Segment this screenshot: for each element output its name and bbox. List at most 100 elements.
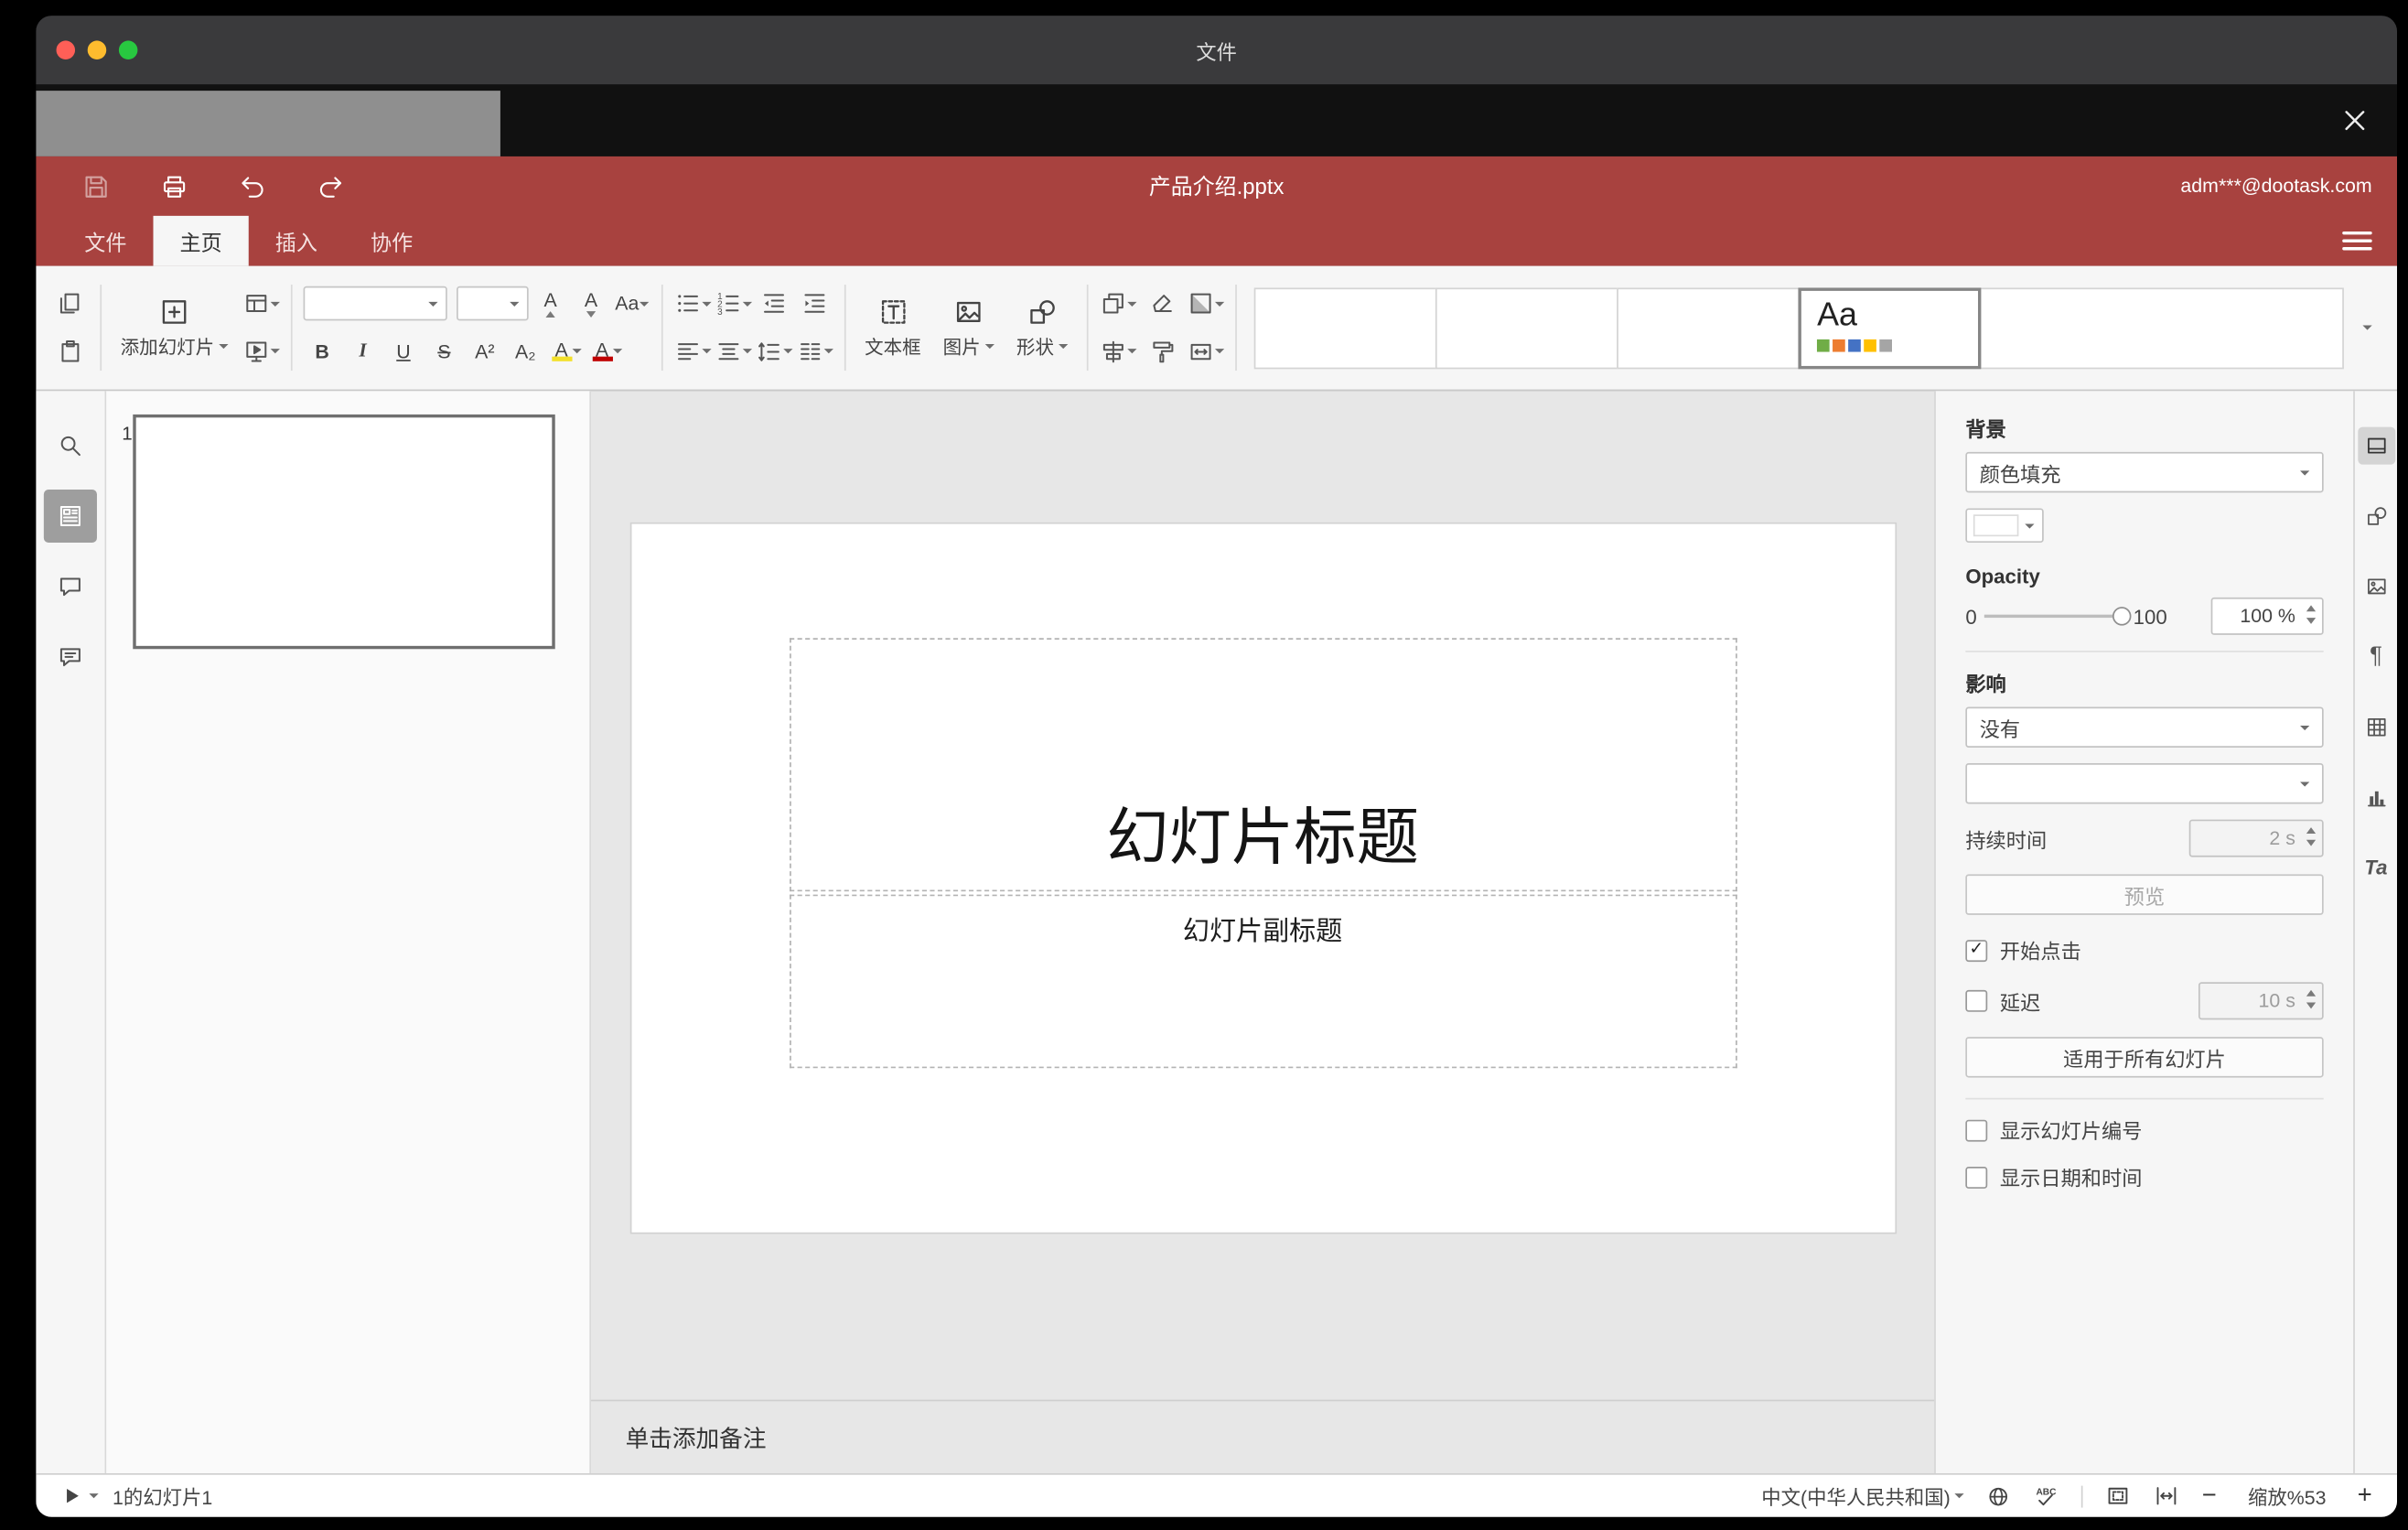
- spinner-arrows[interactable]: [2306, 989, 2317, 1009]
- slide-editor[interactable]: 幻灯片标题 幻灯片副标题: [630, 523, 1895, 1233]
- chat-button[interactable]: [36, 621, 105, 692]
- copy-button[interactable]: [51, 286, 89, 323]
- theme-thumbnail[interactable]: [1435, 286, 1619, 369]
- theme-thumbnail[interactable]: [1253, 286, 1437, 369]
- bullets-button[interactable]: [674, 286, 712, 323]
- textart-settings-button[interactable]: Ta: [2354, 832, 2397, 902]
- maximize-window-button[interactable]: [118, 40, 138, 59]
- chart-icon: [2367, 790, 2385, 806]
- paragraph-settings-button[interactable]: ¶: [2354, 621, 2397, 692]
- duration-spinner[interactable]: 2 s: [2188, 819, 2324, 857]
- numbering-button[interactable]: 123: [715, 286, 753, 323]
- search-button[interactable]: [36, 410, 105, 480]
- language-select[interactable]: 中文(中华人民共和国): [1761, 1482, 1965, 1511]
- slide-layout-button[interactable]: [242, 286, 280, 323]
- slide-thumbnail[interactable]: [133, 414, 555, 650]
- increase-indent-button[interactable]: [796, 286, 833, 323]
- fit-slide-button[interactable]: [2105, 1482, 2132, 1509]
- increase-font-button[interactable]: A: [532, 286, 569, 323]
- copy-style-icon: [1153, 340, 1174, 362]
- add-slide-button[interactable]: 添加幻灯片: [110, 266, 240, 390]
- underline-button[interactable]: U: [384, 332, 422, 370]
- table-settings-button[interactable]: [2354, 691, 2397, 761]
- tab-insert[interactable]: 插入: [249, 216, 344, 266]
- theme-thumbnail[interactable]: [1617, 286, 1801, 369]
- slide-subtitle-placeholder[interactable]: 幻灯片副标题: [789, 894, 1736, 1069]
- highlight-color-button[interactable]: A: [547, 332, 585, 370]
- tab-file[interactable]: 文件: [58, 216, 153, 266]
- zoom-level: 缩放%53: [2248, 1487, 2327, 1510]
- image-settings-button[interactable]: [2354, 551, 2397, 621]
- start-slideshow-button[interactable]: [242, 332, 280, 370]
- fill-color-swatch[interactable]: [1965, 508, 2044, 544]
- start-on-click-checkbox[interactable]: ✓: [1965, 939, 1988, 962]
- opacity-spinner[interactable]: 100 %: [2210, 597, 2324, 635]
- shape-settings-icon: [2367, 506, 2386, 524]
- columns-button[interactable]: [796, 332, 833, 370]
- insert-image-button[interactable]: 图片: [932, 266, 1005, 390]
- hamburger-menu-icon[interactable]: [2342, 231, 2372, 251]
- shape-settings-button[interactable]: [2354, 480, 2397, 551]
- slide-settings-icon: [2367, 436, 2385, 453]
- effect-option-select[interactable]: [1965, 763, 2324, 804]
- theme-thumbnail-selected[interactable]: Aa: [1798, 286, 1982, 369]
- fill-color-button[interactable]: [1187, 286, 1225, 323]
- opacity-slider[interactable]: [1984, 607, 2132, 626]
- arrange-shape-button[interactable]: [1100, 286, 1137, 323]
- bold-button[interactable]: B: [304, 332, 341, 370]
- close-window-button[interactable]: [56, 40, 76, 59]
- effect-select[interactable]: 没有: [1965, 706, 2324, 748]
- tab-collaboration[interactable]: 协作: [344, 216, 439, 266]
- subscript-button[interactable]: A₂: [507, 332, 544, 370]
- decrease-indent-button[interactable]: [756, 286, 793, 323]
- slide-size-button[interactable]: [1187, 332, 1225, 370]
- show-date-time-checkbox[interactable]: [1965, 1166, 1988, 1189]
- font-name-select[interactable]: [303, 286, 447, 321]
- superscript-button[interactable]: A²: [466, 332, 503, 370]
- fit-width-button[interactable]: [2154, 1482, 2180, 1509]
- fill-type-select[interactable]: 颜色填充: [1965, 451, 2324, 493]
- delay-checkbox[interactable]: [1965, 989, 1988, 1012]
- paste-button[interactable]: [51, 332, 89, 370]
- vertical-align-button[interactable]: [715, 332, 753, 370]
- document-language-button[interactable]: [1986, 1483, 2011, 1508]
- show-slide-number-checkbox[interactable]: [1965, 1118, 1988, 1141]
- font-size-select[interactable]: [457, 286, 529, 321]
- zoom-in-button[interactable]: +: [2358, 1482, 2372, 1508]
- font-color-button[interactable]: A: [588, 332, 626, 370]
- opacity-slider-knob[interactable]: [2112, 607, 2132, 626]
- theme-gallery-expand-button[interactable]: [2350, 287, 2385, 369]
- start-slideshow-statusbar-button[interactable]: [61, 1484, 99, 1508]
- status-bar: 1的幻灯片1 中文(中华人民共和国) ABC − 缩放%53 +: [36, 1472, 2398, 1517]
- horizontal-align-button[interactable]: [674, 332, 712, 370]
- slide-settings-button[interactable]: [2354, 410, 2397, 480]
- copy-style-button[interactable]: [1143, 332, 1180, 370]
- zoom-out-button[interactable]: −: [2202, 1482, 2217, 1508]
- slides-panel-button[interactable]: [36, 480, 105, 551]
- clear-style-button[interactable]: [1143, 286, 1180, 323]
- chart-settings-button[interactable]: [2354, 761, 2397, 832]
- decrease-font-label: A: [584, 289, 598, 312]
- comments-button[interactable]: [36, 551, 105, 621]
- spinner-arrows[interactable]: [2306, 605, 2317, 624]
- insert-textbox-button[interactable]: 文本框: [854, 266, 931, 390]
- minimize-window-button[interactable]: [87, 40, 107, 59]
- preview-button[interactable]: 预览: [1965, 874, 2324, 915]
- decrease-font-button[interactable]: A: [573, 286, 610, 323]
- close-icon[interactable]: [2341, 106, 2370, 135]
- language-value: 中文(中华人民共和国): [1761, 1487, 1951, 1510]
- spinner-arrows[interactable]: [2306, 827, 2317, 846]
- slide-title-placeholder[interactable]: 幻灯片标题: [789, 638, 1736, 892]
- strikethrough-button[interactable]: S: [425, 332, 463, 370]
- textbox-icon: [881, 300, 905, 324]
- line-spacing-button[interactable]: [756, 332, 793, 370]
- tab-home[interactable]: 主页: [153, 215, 249, 266]
- apply-to-all-button[interactable]: 适用于所有幻灯片: [1965, 1037, 2324, 1078]
- delay-spinner[interactable]: 10 s: [2198, 982, 2324, 1020]
- italic-button[interactable]: I: [344, 332, 382, 370]
- align-shape-button[interactable]: [1100, 332, 1137, 370]
- notes-area[interactable]: 单击添加备注: [591, 1399, 1935, 1473]
- spellcheck-button[interactable]: ABC: [2033, 1482, 2059, 1509]
- change-case-button[interactable]: Aa: [613, 286, 650, 323]
- insert-shape-button[interactable]: 形状: [1005, 266, 1079, 390]
